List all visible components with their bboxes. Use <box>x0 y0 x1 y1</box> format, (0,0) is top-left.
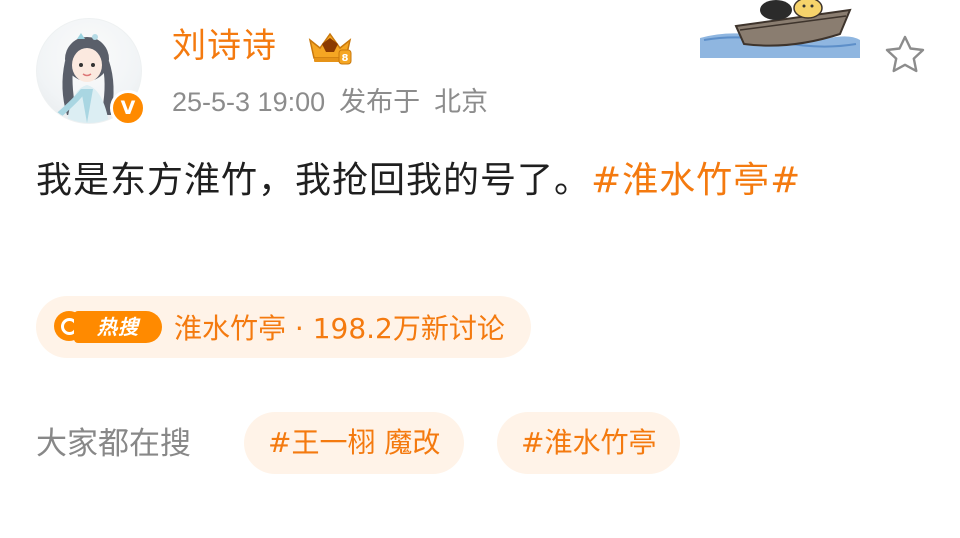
weibo-post: V 刘诗诗 8 25-5-3 19:00 发布于 北京 我是东方淮竹，我抢回我的号了… <box>0 0 960 538</box>
related-searches-label: 大家都在搜 <box>36 426 191 462</box>
verified-v-badge-icon: V <box>110 90 146 126</box>
post-timestamp: 25-5-3 19:00 <box>172 87 326 117</box>
post-body-text: 我是东方淮竹，我抢回我的号了。 <box>36 160 592 201</box>
avatar-container[interactable]: V <box>36 18 148 130</box>
location-prefix: 发布于 <box>339 87 421 117</box>
star-outline-icon[interactable] <box>884 34 926 74</box>
post-hashtag-link[interactable]: #淮水竹亭# <box>591 160 801 201</box>
trending-topic-text: 淮水竹亭 · 198.2万新讨论 <box>174 312 505 345</box>
post-content: 我是东方淮竹，我抢回我的号了。#淮水竹亭# <box>36 152 928 209</box>
hot-search-badge: 热搜 <box>54 307 164 347</box>
trending-topic-pill[interactable]: 热搜 淮水竹亭 · 198.2万新讨论 <box>36 296 531 358</box>
svg-text:8: 8 <box>342 53 349 64</box>
vip-crown-icon[interactable]: 8 <box>306 28 354 66</box>
username[interactable]: 刘诗诗 <box>172 22 277 70</box>
hot-search-label: 热搜 <box>74 311 162 343</box>
post-meta: 25-5-3 19:00 发布于 北京 <box>172 82 488 122</box>
boat-sticker-decoration <box>700 0 860 58</box>
post-location: 北京 <box>434 87 489 117</box>
related-search-chip[interactable]: #淮水竹亭 <box>497 412 681 474</box>
related-search-chip[interactable]: #王一栩 魔改 <box>244 412 465 474</box>
